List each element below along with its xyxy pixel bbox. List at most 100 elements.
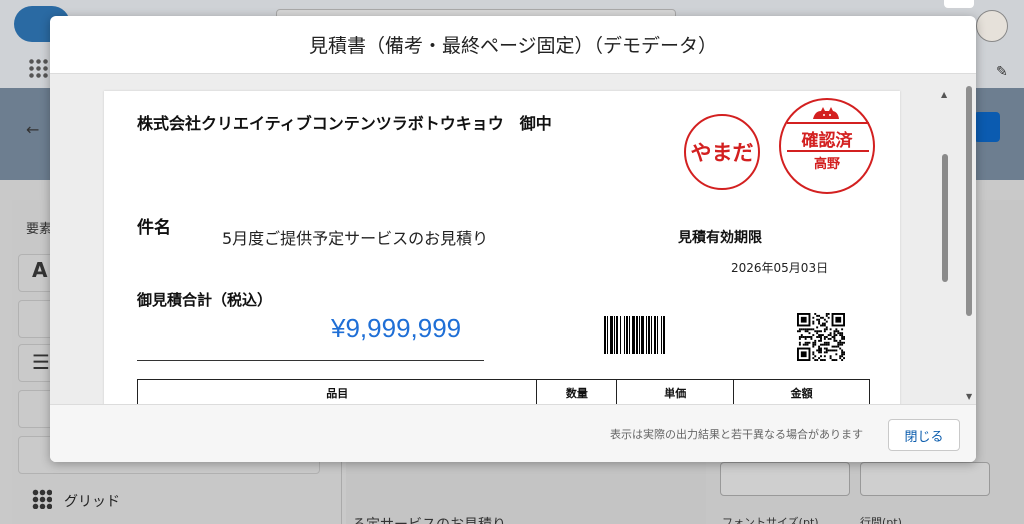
- element-item-grid-label[interactable]: グリッド: [64, 491, 120, 511]
- qr-module: [833, 330, 836, 333]
- modal-body[interactable]: 株式会社クリエイティブコンテンツラボトウキョウ 御中 やまだ 確認済 高野 件名…: [50, 74, 976, 404]
- qr-module: [808, 341, 811, 344]
- property-field-1[interactable]: [720, 462, 850, 496]
- qr-module: [812, 345, 815, 348]
- barcode-image: [604, 316, 700, 354]
- qr-module: [810, 337, 813, 340]
- seal-divider-bottom: [787, 150, 869, 152]
- qr-module: [829, 337, 832, 340]
- qr-module: [835, 316, 842, 323]
- modal-header: 見積書（備考・最終ページ固定）（デモデータ）: [50, 16, 976, 74]
- qr-module: [841, 355, 844, 358]
- footer-disclaimer: 表示は実際の出力結果と若干異なる場合があります: [610, 428, 863, 441]
- qr-module: [802, 343, 805, 346]
- qr-module: [816, 326, 819, 329]
- scrollbar-thumb[interactable]: [942, 154, 948, 282]
- qr-module: [833, 345, 836, 348]
- qr-module: [804, 330, 807, 333]
- app-launcher-icon[interactable]: [28, 58, 50, 80]
- qr-module: [798, 328, 801, 331]
- qr-module: [818, 339, 821, 342]
- qr-module: [798, 337, 801, 340]
- qr-module: [798, 330, 801, 333]
- avatar[interactable]: [976, 10, 1008, 42]
- cat-icon: [813, 107, 839, 119]
- qr-module: [841, 334, 844, 337]
- save-button[interactable]: [974, 112, 1000, 142]
- qr-module: [843, 337, 845, 340]
- qr-module: [800, 328, 803, 331]
- qr-module: [825, 341, 828, 344]
- qr-module: [806, 330, 809, 333]
- seal-confirmer-name: 高野: [813, 157, 840, 172]
- qr-module: [800, 334, 803, 337]
- qr-module: [806, 336, 809, 338]
- qr-module: [823, 347, 826, 350]
- qr-module: [835, 334, 838, 337]
- qr-module: [816, 336, 819, 338]
- font-size-label: フォントサイズ(pt): [722, 516, 819, 524]
- qr-module: [831, 345, 834, 348]
- qr-module: [804, 337, 807, 340]
- qr-module: [839, 339, 842, 342]
- modal-close-tab[interactable]: [944, 0, 974, 8]
- qr-module: [814, 341, 817, 344]
- confirmed-seal-stamp: 確認済 高野: [779, 98, 875, 194]
- total-label: 御見積合計（税込）: [137, 291, 273, 309]
- qr-module: [812, 322, 815, 325]
- qr-module: [810, 336, 813, 338]
- qr-module: [820, 330, 822, 333]
- qr-module: [816, 318, 819, 321]
- property-field-2[interactable]: [860, 462, 990, 496]
- qr-module: [798, 336, 801, 338]
- qr-module: [818, 351, 821, 354]
- qr-module: [839, 341, 842, 344]
- qr-module: [829, 332, 832, 335]
- qr-module: [820, 351, 822, 354]
- qr-module: [820, 324, 822, 327]
- qr-module: [841, 332, 844, 335]
- qr-module: [837, 345, 840, 348]
- qr-module: [825, 320, 828, 323]
- qr-module: [820, 337, 822, 340]
- qr-module: [821, 343, 824, 346]
- col-unit-price: 単価: [616, 379, 735, 404]
- scroll-up-icon[interactable]: ▲: [941, 90, 947, 99]
- edit-icon[interactable]: ✎: [996, 64, 1008, 80]
- back-arrow-icon[interactable]: ←: [26, 120, 39, 139]
- qr-module: [823, 318, 826, 321]
- qr-module: [814, 330, 817, 333]
- scroll-down-icon[interactable]: ▼: [966, 392, 972, 401]
- qr-module: [821, 359, 824, 361]
- qr-module: [829, 355, 832, 358]
- qr-module: [829, 328, 832, 331]
- qr-module: [800, 316, 807, 323]
- qr-module: [816, 349, 819, 352]
- validity-date: 2026年05月03日: [731, 261, 829, 275]
- qr-module: [827, 341, 830, 344]
- qr-module: [812, 341, 815, 344]
- qr-module: [818, 349, 821, 352]
- qr-module: [814, 355, 817, 358]
- qr-module: [818, 330, 821, 333]
- modal-scrollbar[interactable]: ▼: [964, 78, 974, 401]
- subject-value: 5月度ご提供予定サービスのお見積り: [222, 229, 489, 248]
- qr-module: [814, 339, 817, 342]
- qr-module: [812, 334, 815, 337]
- qr-module: [835, 359, 838, 361]
- qr-module: [825, 343, 828, 346]
- close-button[interactable]: 閉じる: [888, 419, 960, 451]
- qr-module: [839, 343, 842, 346]
- qr-module: [829, 334, 832, 337]
- qr-module: [812, 316, 815, 319]
- qr-module: [825, 349, 828, 352]
- qr-module: [804, 343, 807, 346]
- qr-module: [820, 359, 822, 361]
- modal-scrollbar-thumb[interactable]: [966, 86, 972, 316]
- qr-module: [820, 334, 822, 337]
- qr-module: [831, 336, 834, 338]
- qr-module: [823, 337, 826, 340]
- document-scrollbar[interactable]: ▲: [938, 74, 952, 404]
- qr-module: [821, 316, 824, 319]
- seal-divider-top: [787, 122, 869, 124]
